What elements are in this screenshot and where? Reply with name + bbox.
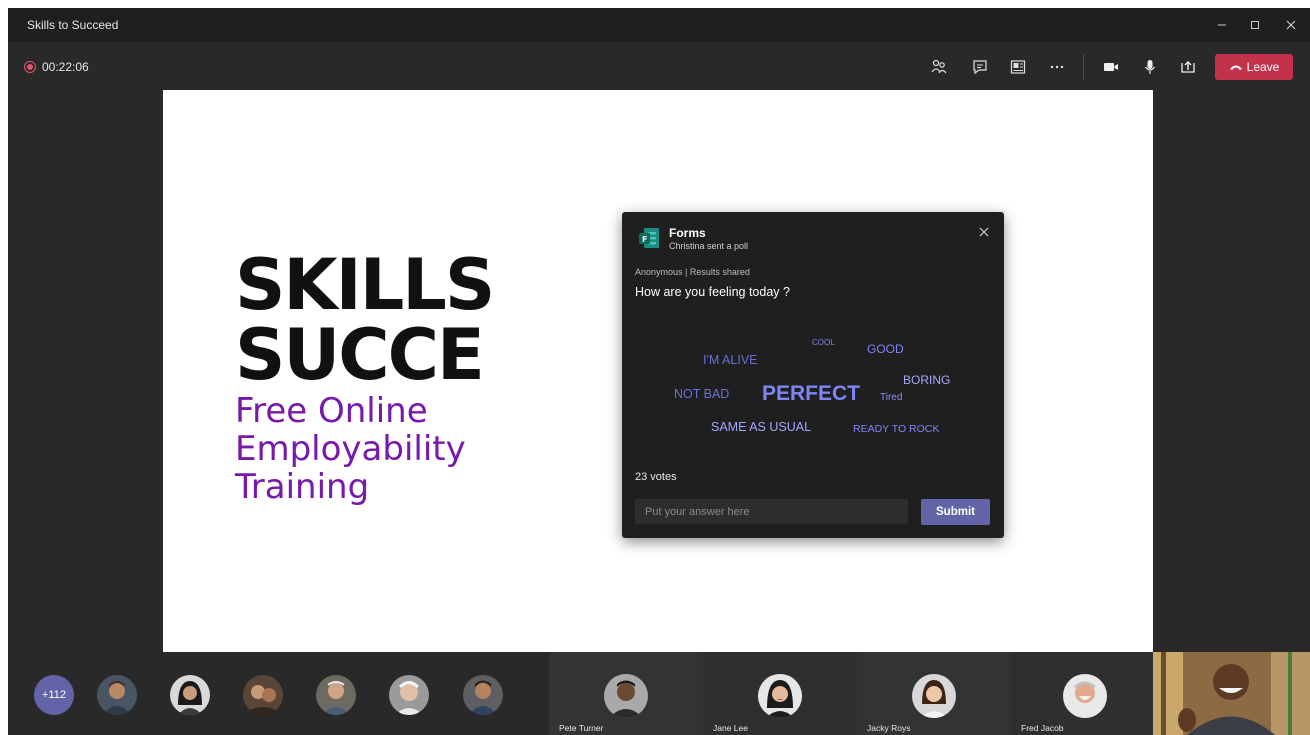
slide-subtitle-line-2: Employability	[235, 429, 466, 469]
poll-vote-count: 23 votes	[635, 471, 677, 483]
more-options-icon	[1050, 65, 1064, 69]
participant-name: Pete Turner	[559, 723, 604, 733]
slide-subtitle: Free Online Employability Training	[235, 392, 466, 506]
share-screen-icon	[1181, 61, 1195, 73]
participant-tile[interactable]: Fred Jacob	[1011, 652, 1153, 735]
word-cloud-item: READY TO ROCK	[853, 423, 940, 435]
recording-indicator: 00:22:06	[24, 60, 89, 74]
participant-avatar[interactable]	[97, 675, 137, 715]
close-icon	[1286, 20, 1296, 30]
word-cloud-item: COOL	[812, 338, 835, 347]
slide-headline-line-2: SUCCE	[235, 314, 485, 396]
close-window-button[interactable]	[1280, 14, 1302, 36]
poll-submit-button[interactable]: Submit	[921, 499, 990, 525]
minimize-button[interactable]	[1211, 14, 1233, 36]
participant-avatar[interactable]	[463, 675, 503, 715]
participant-name: Jacky Roys	[867, 723, 911, 733]
word-cloud-item: I'M ALIVE	[703, 353, 758, 367]
participant-strip: +112 Pete Turner Jane Lee Jacky Roys Fre…	[8, 652, 1310, 735]
title-bar: Skills to Succeed	[8, 8, 1310, 42]
self-video-preview[interactable]	[1153, 652, 1310, 735]
slide-headline: SKILLS SUCCE	[235, 244, 495, 396]
hang-up-icon	[1229, 65, 1242, 70]
window-title: Skills to Succeed	[27, 18, 119, 32]
camera-button[interactable]	[1100, 56, 1122, 78]
participant-tile[interactable]: Jacky Roys	[857, 652, 1011, 735]
chat-button[interactable]	[969, 56, 991, 78]
participant-avatar[interactable]	[389, 675, 429, 715]
person-avatar-icon	[604, 674, 648, 718]
poll-answer-input[interactable]	[635, 499, 908, 524]
more-options-button[interactable]	[1046, 56, 1068, 78]
whiteboard-icon	[1010, 60, 1026, 74]
forms-poll-card: F Forms Christina sent a poll Anonymous …	[622, 212, 1004, 538]
person-avatar-icon	[758, 674, 802, 718]
participants-icon	[931, 59, 947, 74]
toolbar-divider	[1083, 54, 1084, 80]
shared-presentation: SKILLS SUCCE Free Online Employability T…	[163, 90, 1153, 652]
word-cloud-item: GOOD	[867, 342, 904, 356]
camera-icon	[1104, 63, 1118, 71]
teams-meeting-window: Skills to Succeed 00:22:06 Leave SKILLS …	[8, 8, 1310, 735]
participant-avatar[interactable]	[316, 675, 356, 715]
meeting-toolbar: 00:22:06 Leave	[8, 42, 1310, 90]
participant-avatar[interactable]	[170, 675, 210, 715]
participant-avatar	[1063, 674, 1107, 718]
leave-label: Leave	[1246, 60, 1280, 74]
word-cloud-item: NOT BAD	[674, 387, 730, 401]
maximize-icon	[1251, 21, 1259, 29]
maximize-button[interactable]	[1244, 14, 1266, 36]
participant-name: Fred Jacob	[1021, 723, 1064, 733]
person-avatar-icon	[389, 675, 429, 715]
participant-avatar	[604, 674, 648, 718]
more-participants-button[interactable]: +112	[34, 675, 74, 715]
participant-tile[interactable]: Pete Turner	[549, 652, 703, 735]
participant-avatar[interactable]	[243, 675, 283, 715]
chat-icon	[973, 60, 987, 75]
participant-avatar	[912, 674, 956, 718]
person-avatar-icon	[243, 675, 283, 715]
word-cloud-item: SAME AS USUAL	[711, 420, 812, 434]
video-feed-image	[1153, 652, 1310, 735]
person-avatar-icon	[170, 675, 210, 715]
participant-avatar	[758, 674, 802, 718]
leave-button[interactable]: Leave	[1215, 54, 1293, 80]
recording-icon	[24, 61, 36, 73]
word-cloud-item: Tired	[880, 392, 903, 403]
participant-name: Jane Lee	[713, 723, 748, 733]
minimize-icon	[1218, 24, 1226, 26]
word-cloud-item: PERFECT	[762, 382, 861, 405]
word-cloud: COOL GOOD I'M ALIVE BORING NOT BAD PERFE…	[622, 212, 1004, 538]
person-avatar-icon	[463, 675, 503, 715]
participant-tile[interactable]: Jane Lee	[703, 652, 857, 735]
microphone-button[interactable]	[1139, 56, 1161, 78]
word-cloud-item: BORING	[903, 373, 951, 387]
slide-subtitle-line-3: Training	[235, 467, 370, 507]
slide-headline-line-1: SKILLS	[235, 244, 495, 326]
microphone-icon	[1145, 60, 1155, 74]
person-avatar-icon	[1063, 674, 1107, 718]
participants-button[interactable]	[928, 56, 950, 78]
person-avatar-icon	[97, 675, 137, 715]
recording-time: 00:22:06	[42, 60, 89, 74]
share-screen-button[interactable]	[1177, 56, 1199, 78]
person-avatar-icon	[912, 674, 956, 718]
whiteboard-button[interactable]	[1007, 56, 1029, 78]
slide-subtitle-line-1: Free Online	[235, 391, 428, 431]
person-avatar-icon	[316, 675, 356, 715]
